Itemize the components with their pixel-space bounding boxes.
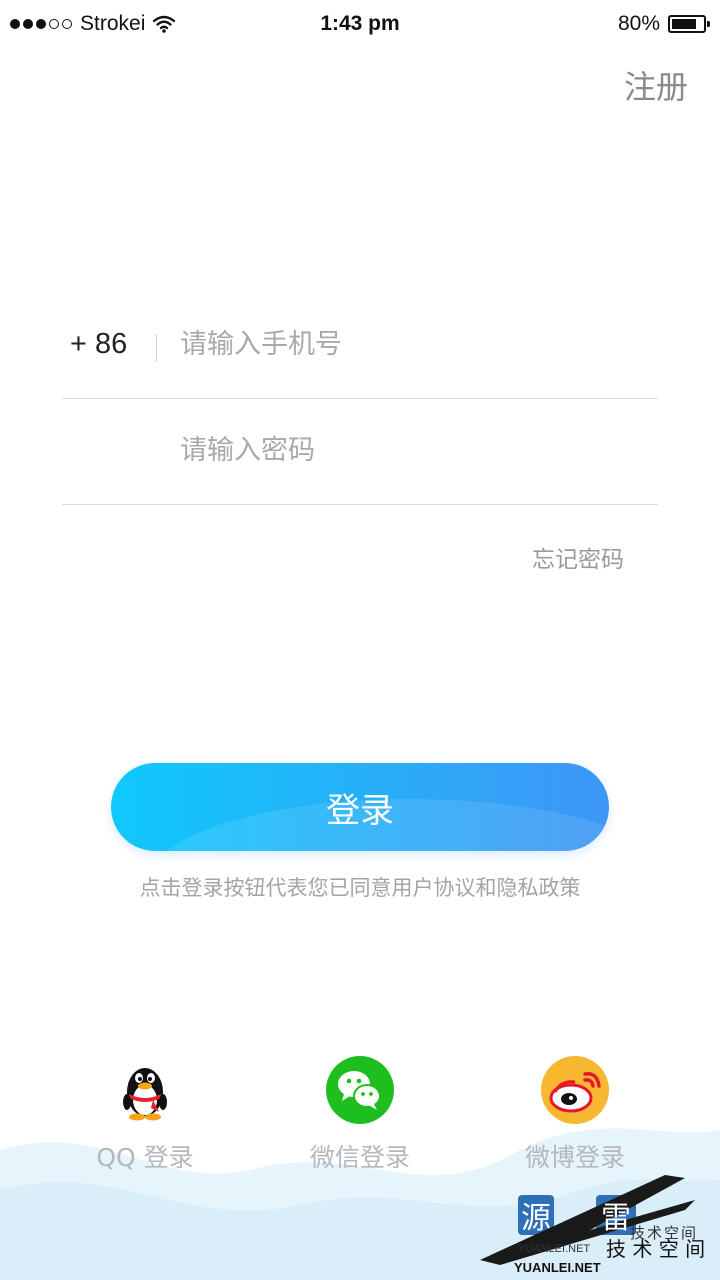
battery-fill (672, 19, 696, 29)
wechat-login-button[interactable]: 微信登录 (260, 1056, 460, 1174)
weibo-icon (541, 1056, 609, 1124)
wechat-icon (326, 1056, 394, 1124)
watermark-logo: 源 雷 YUANLEI.NET 技术空间 技 术 空 间 YUANLEI.NET (480, 1175, 705, 1275)
phone-field-row: + 86 (62, 292, 658, 399)
login-button-label: 登录 (326, 790, 394, 831)
qq-login-button[interactable]: QQ 登录 (45, 1056, 245, 1174)
register-link[interactable]: 注册 (624, 62, 688, 108)
qq-penguin-icon (123, 1068, 167, 1121)
qq-login-label: QQ 登录 (96, 1143, 194, 1172)
login-button[interactable]: 登录 (111, 763, 609, 851)
wechat-login-label: 微信登录 (309, 1143, 410, 1172)
password-field-row (62, 398, 658, 505)
watermark-char-1: 源 (521, 1201, 551, 1236)
battery-icon (668, 15, 710, 33)
forgot-password-link[interactable]: 忘记密码 (532, 540, 624, 574)
status-bar: Strokei 1:43 pm 80% (0, 0, 720, 48)
agreement-text: 点击登录按钮代表您已同意用户协议和隐私政策 (139, 876, 581, 900)
watermark-url: YUANLEI.NET (514, 1260, 601, 1275)
watermark-char-2: 雷 (601, 1201, 631, 1236)
field-divider (156, 334, 157, 362)
phone-input[interactable] (180, 320, 640, 368)
status-right: 80% (617, 12, 710, 36)
weibo-login-button[interactable]: 微博登录 (475, 1056, 675, 1174)
password-input[interactable] (180, 426, 640, 474)
weibo-login-label: 微博登录 (524, 1143, 625, 1172)
status-time: 1:43 pm (320, 12, 400, 35)
watermark-url-small: YUANLEI.NET (518, 1243, 590, 1255)
watermark-big-text: 技 术 空 间 (606, 1237, 705, 1261)
country-code-selector[interactable]: + 86 (70, 328, 127, 361)
battery-percent: 80% (617, 12, 660, 35)
